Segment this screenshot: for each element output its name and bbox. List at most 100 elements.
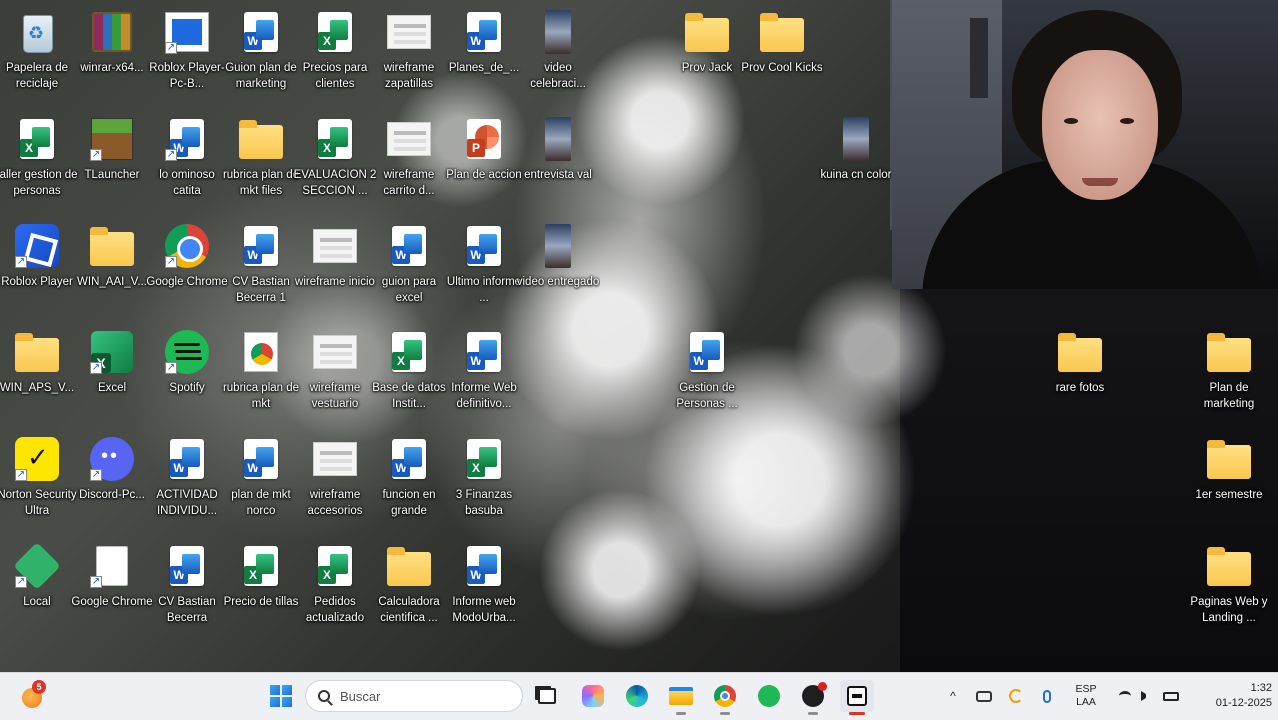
desktop-icon-label: Prov Cool Kicks <box>741 62 823 74</box>
desktop-icon[interactable]: X Base de datos Instit... <box>372 324 446 424</box>
chrome-taskbar-button[interactable] <box>708 680 742 715</box>
desktop-icon[interactable]: ↗ Google Chrome <box>146 218 228 318</box>
language-switcher[interactable]: ESP LAA <box>1066 680 1106 712</box>
desktop-icon[interactable]: X EVALUACION 2 SECCION ... <box>294 111 376 211</box>
desktop-icon[interactable]: ↗ Local <box>0 538 74 638</box>
desktop-icon[interactable]: wireframe accesorios <box>298 431 372 531</box>
desktop-icon[interactable]: WIN_APS_V... <box>0 324 74 424</box>
wallpaper-flowers <box>520 480 720 660</box>
microphone-tray-button[interactable] <box>1036 680 1058 712</box>
desktop-icon-label: video entregado <box>516 276 600 288</box>
wireframe-thumb-icon <box>313 335 357 369</box>
desktop-icon[interactable]: ↗ Discord-Pc... <box>75 431 149 531</box>
desktop-icon[interactable]: Wguion para excel <box>372 218 446 318</box>
clock-time: 1:32 <box>1250 682 1272 694</box>
desktop-icon[interactable]: rubrica plan de mkt <box>223 324 299 424</box>
desktop-icon[interactable]: W Ultimo informe ... <box>447 218 521 318</box>
desktop-icon[interactable]: ↗ Norton Security Ultra <box>0 431 77 531</box>
desktop-icon[interactable]: wireframe zapatillas <box>372 4 446 104</box>
desktop-icon[interactable]: W Gestion de Personas ... <box>670 324 744 424</box>
weather-widget[interactable]: 5 <box>20 680 48 710</box>
desktop-icon[interactable]: ↗ Spotify <box>150 324 224 424</box>
copilot-button[interactable] <box>576 680 610 712</box>
folder-icon <box>15 333 59 372</box>
desktop-icon[interactable]: Papelera de reciclaje <box>0 4 74 104</box>
sync-tray-button[interactable] <box>1004 680 1028 712</box>
camera-off-tray-button[interactable] <box>972 680 996 712</box>
desktop-icon[interactable]: Prov Cool Kicks <box>741 4 823 104</box>
clock-button[interactable]: 1:32 01-12-2025 <box>1192 680 1272 712</box>
edge-button[interactable] <box>620 680 654 712</box>
show-hidden-icons-button[interactable]: ^ <box>944 680 962 712</box>
desktop-icon[interactable]: W ↗ lo ominoso catita <box>150 111 224 211</box>
desktop-icon[interactable]: X 3 Finanzas basuba <box>447 431 521 531</box>
desktop-icon[interactable]: W CV Bastian Becerra 1 <box>224 218 298 318</box>
desktop-icon[interactable]: video entregado <box>517 218 599 318</box>
desktop-icon[interactable]: Calculadora cientifica ... <box>372 538 446 638</box>
desktop-icon[interactable]: Xtaller gestion de personas <box>0 111 78 211</box>
desktop-icon[interactable]: W Guion plan de marketing <box>224 4 298 104</box>
desktop-icon[interactable]: entrevista val <box>521 111 595 211</box>
desktop-icon[interactable]: Paginas Web y Landing ... <box>1190 538 1268 638</box>
running-indicator <box>720 712 730 715</box>
quick-settings-button[interactable] <box>1112 680 1186 712</box>
obs-taskbar-button[interactable] <box>796 680 830 715</box>
desktop-icon[interactable]: winrar-x64... <box>75 4 149 104</box>
desktop-icon[interactable]: X Pedidos actualizado <box>298 538 372 638</box>
desktop-icon[interactable]: Plan de marketing <box>1192 324 1266 424</box>
desktop-icon[interactable]: W Informe Web definitivo... <box>447 324 521 424</box>
desktop-icon[interactable]: 1er semestre <box>1192 431 1266 531</box>
desktop-icon[interactable]: ↗ Roblox Player-Pc-B... <box>149 4 225 104</box>
desktop-icon-label: winrar-x64... <box>80 62 144 74</box>
excel-doc-icon: X <box>318 119 352 159</box>
video-thumb-icon <box>843 117 869 161</box>
desktop-icon-glyph: ↗ <box>90 330 134 374</box>
desktop-icon-label: Pedidos actualizado <box>305 596 365 624</box>
desktop-icon[interactable]: wireframe carrito d... <box>372 111 446 211</box>
excel-doc-icon: X <box>467 439 501 479</box>
task-view-button[interactable] <box>530 680 564 712</box>
desktop-icon[interactable]: rare fotos <box>1043 324 1117 424</box>
file-explorer-button[interactable] <box>664 680 698 715</box>
video-thumb-icon <box>545 117 571 161</box>
desktop-icon[interactable]: wireframe vestuario <box>298 324 372 424</box>
word-doc-icon: W <box>244 439 278 479</box>
desktop-icon-glyph: W ↗ <box>165 117 209 161</box>
desktop-icon[interactable]: W CV Bastian Becerra <box>150 538 224 638</box>
desktop-icon[interactable]: W ACTIVIDAD INDIVIDU... <box>150 431 224 531</box>
desktop-icon-glyph: X <box>15 117 59 161</box>
desktop-icon-label: guion para excel <box>381 276 437 304</box>
desktop-icon[interactable]: X Precios para clientes <box>298 4 372 104</box>
desktop-icon[interactable]: W Informe web ModoUrba... <box>447 538 521 638</box>
taskbar-search[interactable] <box>305 680 523 712</box>
obs-icon <box>802 682 827 707</box>
windows-logo-icon <box>270 685 292 707</box>
search-input[interactable] <box>340 688 500 704</box>
desktop-icon[interactable]: WIN_AAI_V... <box>75 218 149 318</box>
desktop-icon[interactable]: video celebraci... <box>521 4 595 104</box>
desktop-icon[interactable]: Wfuncion en grande <box>372 431 446 531</box>
clock-date: 01-12-2025 <box>1215 697 1272 709</box>
desktop-icon-glyph: W <box>462 224 506 268</box>
capcut-taskbar-button[interactable] <box>840 680 874 715</box>
desktop-icon[interactable]: kuina cn color <box>819 111 893 211</box>
desktop-icon[interactable]: W Planes_de_... <box>447 4 521 104</box>
desktop-icon[interactable]: ↗ TLauncher <box>75 111 149 211</box>
desktop-icon[interactable]: Prov Jack <box>670 4 744 104</box>
desktop-icon-label: Precio de tillas <box>223 596 299 608</box>
desktop-icon[interactable]: Wplan de mkt norco <box>224 431 298 531</box>
desktop-icon[interactable]: wireframe inicio <box>295 218 375 318</box>
desktop-icon[interactable]: rubrica plan de mkt files <box>223 111 299 211</box>
desktop-icon-glyph <box>90 10 134 54</box>
desktop-icon[interactable]: ↗ Excel <box>75 324 149 424</box>
start-button[interactable] <box>264 680 298 712</box>
desktop-icon-glyph: W <box>165 544 209 588</box>
desktop-icon[interactable]: ↗ Roblox Player <box>0 218 74 318</box>
shortcut-arrow-icon: ↗ <box>165 149 177 161</box>
spotify-taskbar-button[interactable] <box>752 680 786 712</box>
desktop-icon-glyph: X <box>313 10 357 54</box>
desktop-icon[interactable]: ↗ Google Chrome <box>71 538 153 638</box>
desktop-icon-label: wireframe accesorios <box>307 489 363 517</box>
desktop-icon[interactable]: X Precio de tillas <box>224 538 298 638</box>
desktop-icon[interactable]: P Plan de accion <box>446 111 522 211</box>
